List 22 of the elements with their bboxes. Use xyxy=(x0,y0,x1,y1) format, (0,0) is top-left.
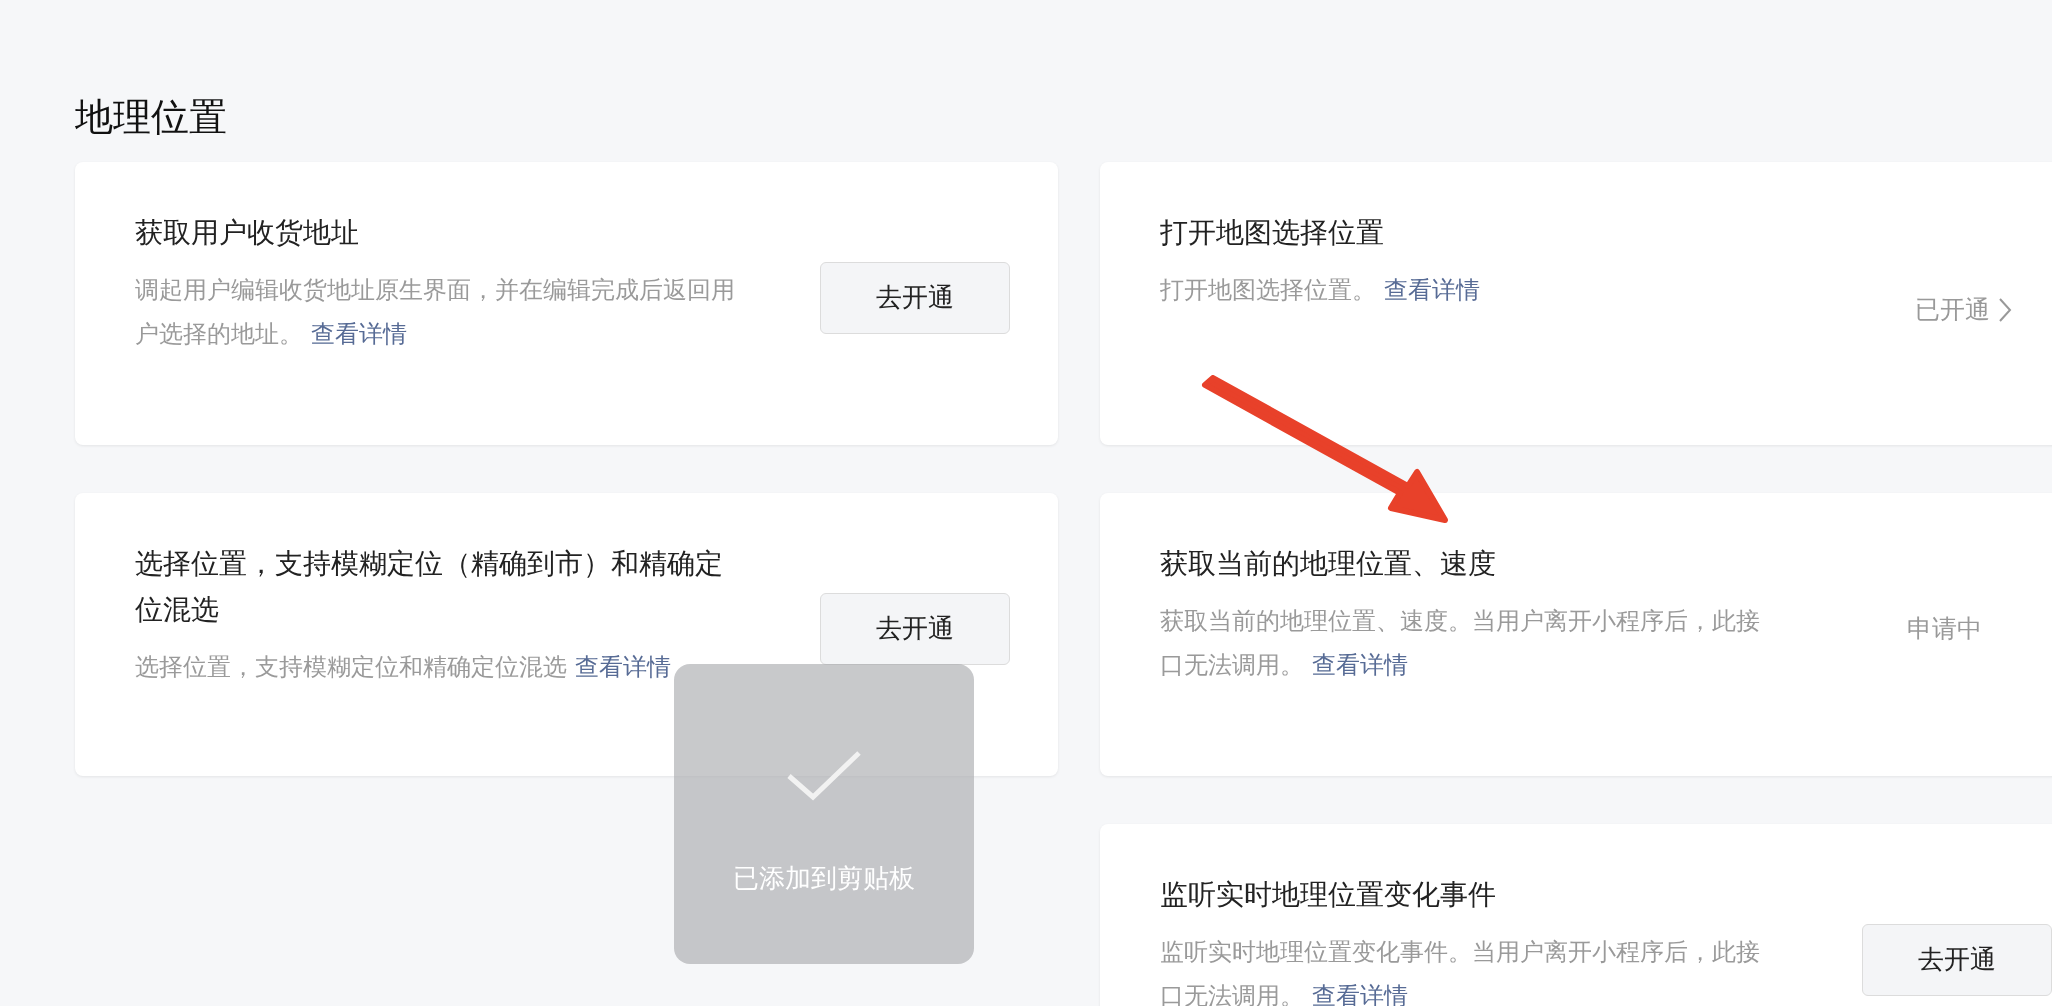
card-title: 选择位置，支持模糊定位（精确到市）和精确定位混选 xyxy=(135,546,724,628)
section-title: 地理位置 xyxy=(75,94,228,141)
status-link[interactable]: 已开通 xyxy=(1915,290,2012,329)
card-title: 监听实时地理位置变化事件 xyxy=(1160,877,1497,913)
details-link[interactable]: 查看详情 xyxy=(1311,651,1408,679)
toast-message: 已添加到剪贴板 xyxy=(733,862,915,895)
card-title: 获取当前的地理位置、速度 xyxy=(1160,546,1497,582)
details-link[interactable]: 查看详情 xyxy=(574,653,671,681)
chevron-right-icon xyxy=(1998,296,2012,323)
card-description: 获取当前的地理位置、速度。当用户离开小程序后，此接口无法调用。 查看详情 xyxy=(1160,606,1761,681)
checkmark-icon xyxy=(786,749,862,801)
card-description: 打开地图选择位置。 查看详情 xyxy=(1160,275,1481,306)
details-link[interactable]: 查看详情 xyxy=(310,320,407,348)
details-link[interactable]: 查看详情 xyxy=(1383,276,1480,304)
card-description: 选择位置，支持模糊定位和精确定位混选 查看详情 xyxy=(135,652,672,683)
status-text: 申请中 xyxy=(1905,612,1983,645)
enable-button[interactable]: 去开通 xyxy=(1862,923,2052,996)
card-description: 调起用户编辑收货地址原生界面，并在编辑完成后返回用户选择的地址。 查看详情 xyxy=(135,275,736,350)
enable-button[interactable]: 去开通 xyxy=(820,592,1010,665)
enable-button[interactable]: 去开通 xyxy=(820,261,1010,334)
card-title: 打开地图选择位置 xyxy=(1160,215,1385,251)
card-title: 获取用户收货地址 xyxy=(135,215,360,251)
